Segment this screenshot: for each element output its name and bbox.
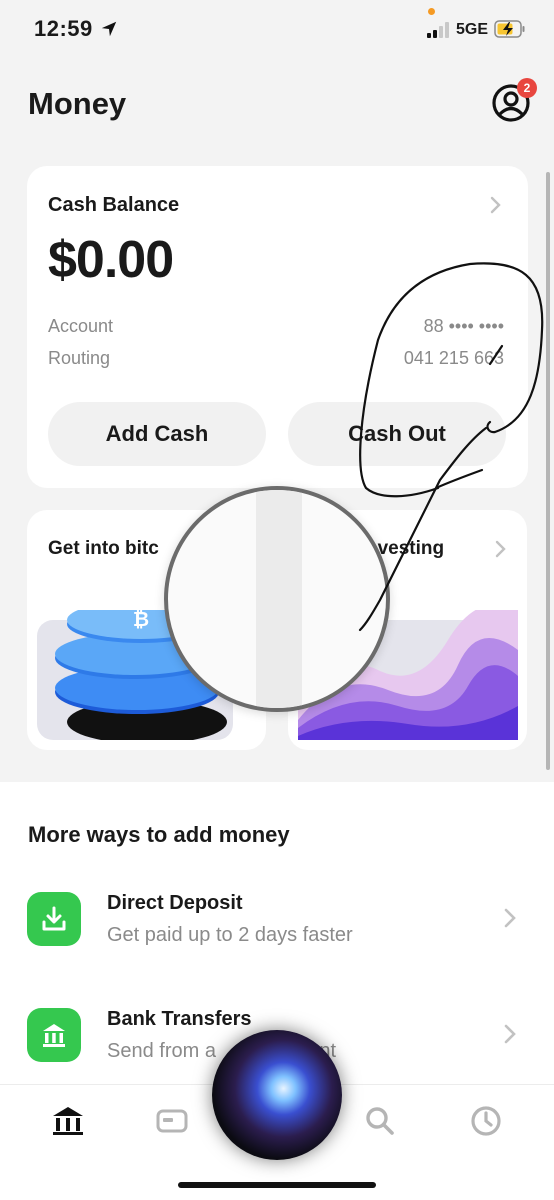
direct-deposit-title: Direct Deposit	[107, 892, 243, 914]
svg-text:₿: ₿	[133, 610, 149, 631]
routing-label: Routing	[48, 348, 111, 368]
chevron-right-icon	[495, 540, 506, 558]
network-type: 5GE	[456, 21, 489, 38]
add-cash-button[interactable]: Add Cash	[48, 402, 266, 466]
routing-number: 041 215 663	[403, 348, 504, 368]
magnified-card-gap	[256, 490, 302, 708]
tab-money-bank-icon[interactable]	[50, 1103, 86, 1139]
notification-badge: 2	[517, 78, 537, 98]
bitcoin-promo-title: Get into bitc	[48, 538, 159, 559]
account-number: 88 •••• ••••	[423, 316, 504, 336]
direct-deposit-icon-tile	[27, 892, 81, 946]
status-time: 12:59	[34, 16, 93, 41]
tab-card-icon[interactable]	[154, 1103, 190, 1139]
bank-transfers-icon-tile	[27, 1008, 81, 1062]
account-label: Account	[48, 316, 114, 336]
direct-deposit-subtitle: Get paid up to 2 days faster	[107, 924, 353, 946]
tab-activity-clock-icon[interactable]	[468, 1103, 504, 1139]
page-title: Money	[28, 86, 127, 121]
chevron-right-icon	[504, 908, 516, 928]
home-indicator[interactable]	[178, 1182, 376, 1188]
bank-transfers-title: Bank Transfers	[107, 1008, 252, 1030]
tab-search-icon[interactable]	[362, 1103, 398, 1139]
direct-deposit-item[interactable]: Direct Deposit Get paid up to 2 days fas…	[0, 892, 554, 972]
location-arrow-icon	[101, 21, 117, 37]
privacy-indicator-dot	[428, 8, 435, 15]
cash-balance-card[interactable]: Cash Balance $0.00 Account 88 •••• •••• …	[27, 166, 528, 488]
scrollbar[interactable]	[546, 172, 550, 770]
siri-orb[interactable]	[212, 1030, 342, 1160]
cash-out-button[interactable]: Cash Out	[288, 402, 506, 466]
bank-icon	[43, 1024, 65, 1047]
chevron-right-icon	[504, 1024, 516, 1044]
battery-charging-icon	[494, 20, 525, 38]
magnifier-loupe	[164, 486, 390, 712]
more-ways-title: More ways to add money	[28, 822, 290, 847]
cash-balance-label: Cash Balance	[48, 194, 180, 216]
cellular-signal-icon	[427, 22, 449, 38]
chevron-right-icon	[490, 196, 501, 214]
balance-amount: $0.00	[48, 231, 174, 289]
status-bar: 12:59 5GE	[0, 0, 554, 62]
download-icon	[42, 906, 66, 931]
